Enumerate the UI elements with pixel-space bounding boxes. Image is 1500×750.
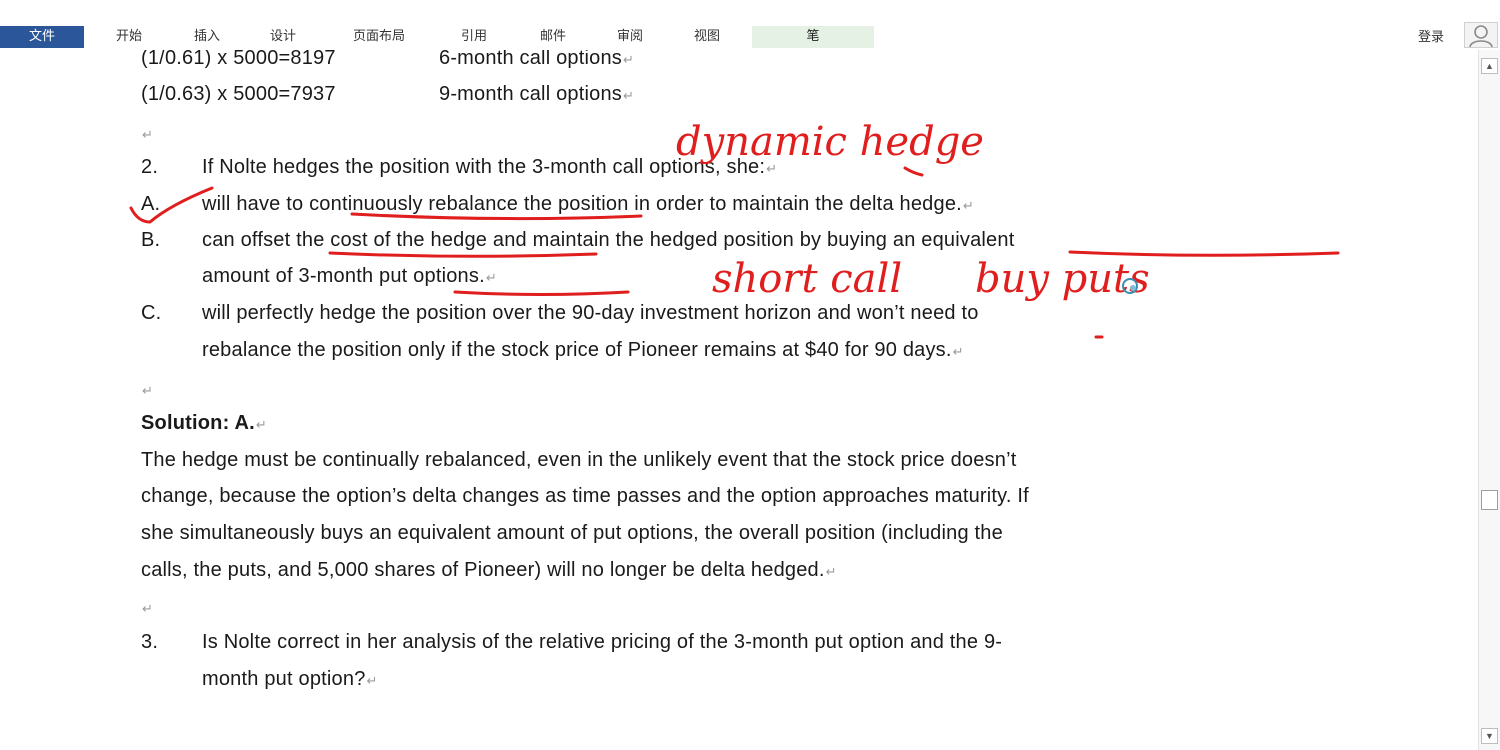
paragraph-mark: ↵ [255, 417, 267, 432]
document-page[interactable]: (1/0.61) x 5000=8197 6-month call option… [0, 50, 1478, 750]
paragraph-mark: ↵ [952, 344, 964, 359]
paragraph-mark: ↵ [485, 270, 497, 285]
ribbon: 文件 开始 插入 设计 页面布局 引用 邮件 审阅 视图 笔 登录 [0, 0, 1500, 50]
option-b-continued: amount of 3-month put options.↵ [202, 265, 497, 288]
user-icon [1469, 25, 1493, 48]
option-text: will have to continuously rebalance the … [202, 193, 962, 215]
question-3-continued: month put option?↵ [202, 668, 378, 691]
tab-mailings[interactable]: 邮件 [527, 26, 579, 48]
calc-description: 9-month call options [439, 83, 622, 105]
option-label: A. [141, 193, 161, 215]
question-3: 3. Is Nolte correct in her analysis of t… [141, 631, 1002, 654]
tab-view[interactable]: 视图 [681, 26, 733, 48]
calc-expression: (1/0.61) x 5000=8197 [141, 50, 336, 69]
question-2: 2. If Nolte hedges the position with the… [141, 156, 777, 179]
scroll-up-button[interactable]: ▲ [1481, 58, 1498, 74]
login-link[interactable]: 登录 [1418, 26, 1444, 45]
option-b: B. can offset the cost of the hedge and … [141, 229, 1014, 252]
option-text: rebalance the position only if the stock… [202, 339, 952, 361]
solution-heading: Solution: A.↵ [141, 412, 267, 434]
vertical-scrollbar[interactable]: ▲ ▼ [1478, 50, 1500, 750]
option-text: amount of 3-month put options. [202, 265, 485, 287]
tab-references[interactable]: 引用 [448, 26, 500, 48]
option-text: will perfectly hedge the position over t… [202, 302, 979, 324]
option-label: C. [141, 302, 162, 324]
calc-row-6-month: (1/0.61) x 5000=8197 6-month call option… [141, 50, 634, 70]
option-c: C. will perfectly hedge the position ove… [141, 302, 978, 325]
question-text: month put option? [202, 668, 366, 690]
question-text: If Nolte hedges the position with the 3-… [202, 156, 766, 178]
paragraph-mark: ↵ [622, 88, 635, 103]
scroll-down-button[interactable]: ▼ [1481, 728, 1498, 744]
option-text: can offset the cost of the hedge and mai… [202, 229, 1015, 251]
tab-design[interactable]: 设计 [258, 26, 308, 48]
paragraph-mark: ↵ [142, 383, 154, 398]
scroll-thumb[interactable] [1481, 490, 1498, 510]
paragraph-mark: ↵ [622, 52, 635, 67]
calc-expression: (1/0.63) x 5000=7937 [141, 83, 336, 105]
paragraph-mark: ↵ [366, 673, 378, 688]
solution-text: change, because the option’s delta chang… [141, 485, 1029, 507]
calc-description: 6-month call options [439, 50, 622, 69]
avatar[interactable] [1464, 22, 1498, 48]
tab-insert[interactable]: 插入 [182, 26, 232, 48]
question-number: 2. [141, 156, 159, 178]
paragraph-mark: ↵ [142, 127, 154, 142]
calc-row-9-month: (1/0.63) x 5000=7937 9-month call option… [141, 83, 634, 106]
paragraph-mark: ↵ [142, 601, 154, 616]
solution-text-end: calls, the puts, and 5,000 shares of Pio… [141, 559, 837, 581]
tab-file[interactable]: 文件 [0, 26, 84, 48]
tab-page-layout[interactable]: 页面布局 [336, 26, 422, 48]
tab-pen[interactable]: 笔 [752, 26, 874, 48]
paragraph-mark: ↵ [766, 161, 778, 176]
tab-review[interactable]: 审阅 [604, 26, 656, 48]
solution-text: The hedge must be continually rebalanced… [141, 449, 1017, 471]
option-label: B. [141, 229, 161, 251]
solution-text: she simultaneously buys an equivalent am… [141, 522, 1003, 544]
paragraph-mark: ↵ [825, 564, 837, 579]
paragraph-mark: ↵ [962, 198, 974, 213]
option-c-continued: rebalance the position only if the stock… [202, 339, 964, 362]
tab-home[interactable]: 开始 [104, 26, 154, 48]
question-number: 3. [141, 631, 159, 653]
option-a: A. will have to continuously rebalance t… [141, 193, 974, 216]
question-text: Is Nolte correct in her analysis of the … [202, 631, 1003, 653]
